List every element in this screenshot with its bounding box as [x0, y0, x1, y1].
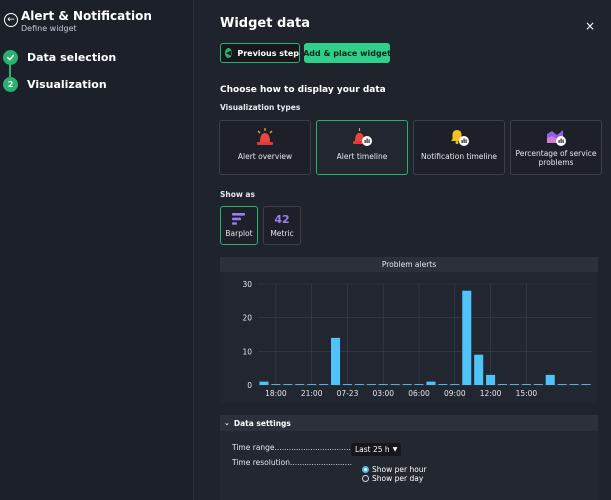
data-settings-title: Data settings: [233, 418, 291, 428]
step-data-selection[interactable]: Data selection: [3, 49, 116, 65]
viz-card-label: Percentage of service problems: [515, 149, 597, 167]
show-as-label: Metric: [270, 229, 294, 238]
viz-card-label: Notification timeline: [421, 152, 497, 161]
metric-icon: 42: [274, 212, 289, 226]
chart-title: Problem alerts: [220, 257, 598, 272]
add-place-widget-button[interactable]: Add & place widget: [303, 43, 391, 63]
chart-bar: [426, 381, 436, 385]
chart-bar-zero: [271, 384, 281, 385]
chart-bar-zero: [557, 384, 567, 385]
step-connector: [9, 63, 11, 77]
radio-button: [362, 475, 369, 482]
chevron-down-icon: ⌄: [224, 419, 230, 427]
chart-bar-zero: [509, 384, 519, 385]
x-tick-label: 03:00: [372, 389, 394, 398]
chart-bar-zero: [414, 384, 424, 385]
page-title: Widget data: [220, 16, 311, 31]
step-label: Visualization: [27, 77, 107, 91]
chart-bar-zero: [498, 384, 508, 385]
visualization-types-heading: Visualization types: [220, 103, 301, 112]
chart-bar-zero: [521, 384, 531, 385]
widget-editor: ← Alert & Notification Define widget Dat…: [0, 0, 611, 500]
chart-bar: [259, 381, 269, 385]
checkmark-icon: [3, 49, 18, 65]
alarm-timeline-icon: [351, 127, 373, 147]
chart-bar-zero: [581, 384, 591, 385]
chart-bar-zero: [319, 384, 329, 385]
viz-card-label: Alert overview: [237, 152, 293, 161]
chart-bar-zero: [450, 384, 460, 385]
data-settings: ⌄ Data settings Time range..............…: [220, 415, 598, 500]
viz-card-percentage-service-problems[interactable]: Percentage of service problems: [510, 120, 602, 175]
viz-card-label: Alert timeline: [336, 152, 388, 161]
y-tick-label: 30: [242, 280, 252, 289]
chart-bar-zero: [569, 384, 579, 385]
show-as-metric[interactable]: 42 Metric: [263, 206, 301, 245]
show-as-heading: Show as: [220, 190, 255, 199]
time-resolution-label: Time resolution.........................…: [232, 458, 352, 467]
radio-button: [362, 466, 369, 473]
step-label: Data selection: [27, 50, 117, 64]
viz-card-alert-overview[interactable]: Alert overview: [219, 120, 311, 175]
chart-bar-zero: [342, 384, 352, 385]
x-tick-label: 18:00: [265, 389, 287, 398]
chart-bar: [474, 354, 484, 385]
chart-bar-zero: [307, 384, 317, 385]
x-tick-label: 07-23: [337, 389, 359, 398]
chart-bar-zero: [295, 384, 305, 385]
viz-card-notification-timeline[interactable]: Notification timeline: [413, 120, 505, 175]
x-tick-label: 12:00: [480, 389, 502, 398]
sidebar-subtitle: Define widget: [21, 24, 77, 33]
arrow-left-icon: ◀: [225, 48, 233, 58]
chart-bar: [331, 337, 341, 385]
time-range-value: Last 25 h: [355, 445, 390, 454]
chart-bar-zero: [390, 384, 400, 385]
y-tick-label: 20: [242, 314, 252, 323]
chart-bar-zero: [283, 384, 293, 385]
chart-bar-zero: [354, 384, 364, 385]
viz-card-alert-timeline[interactable]: Alert timeline: [316, 120, 408, 175]
sidebar-title: Alert & Notification: [21, 9, 152, 23]
previous-step-button[interactable]: ◀ Previous step: [220, 43, 300, 63]
chart-bar: [486, 374, 496, 385]
chart-bar-zero: [378, 384, 388, 385]
x-tick-label: 09:00: [444, 389, 466, 398]
bell-timeline-icon: [448, 127, 470, 147]
chart-bar-zero: [438, 384, 448, 385]
show-as-label: Barplot: [225, 229, 253, 238]
chart-plot: 0 10 20 30 18:00 21:00 07-23 03:00 06:00 09:00 12:…: [242, 280, 592, 398]
previous-step-label: Previous step: [237, 48, 299, 58]
show-as-barplot[interactable]: Barplot: [220, 206, 258, 245]
choose-heading: Choose how to display your data: [220, 85, 386, 95]
time-range-label: Time range..............................…: [232, 443, 354, 452]
data-settings-header[interactable]: ⌄ Data settings: [220, 415, 598, 431]
service-problems-icon: [545, 127, 567, 147]
alarm-siren-icon: [254, 127, 276, 147]
time-range-select[interactable]: Last 25 h ▼: [351, 443, 402, 456]
barplot-icon: [232, 212, 246, 226]
chart-bar: [545, 374, 555, 385]
step-number: 2: [3, 76, 18, 92]
metric-value: 42: [274, 212, 290, 226]
widget-data-panel: Widget data × ◀ Previous step Add & plac…: [194, 0, 611, 500]
chart-bar-zero: [366, 384, 376, 385]
radio-label: Show per day: [372, 474, 424, 483]
x-tick-label: 15:00: [516, 389, 538, 398]
back-arrow-icon[interactable]: ←: [4, 13, 18, 27]
y-tick-label: 10: [242, 347, 252, 356]
chart-bar-zero: [533, 384, 543, 385]
sidebar: ← Alert & Notification Define widget Dat…: [0, 0, 194, 500]
x-tick-label: 21:00: [301, 389, 323, 398]
radio-label: Show per hour: [372, 465, 427, 474]
radio-show-per-hour[interactable]: Show per hour: [362, 465, 427, 474]
caret-down-icon: ▼: [392, 446, 398, 453]
chart-bar: [462, 290, 472, 385]
close-icon[interactable]: ×: [585, 20, 595, 32]
radio-show-per-day[interactable]: Show per day: [362, 474, 423, 483]
y-tick-label: 0: [247, 381, 252, 390]
chart-bar-zero: [402, 384, 412, 385]
x-tick-label: 06:00: [408, 389, 430, 398]
step-visualization[interactable]: 2 Visualization: [3, 76, 107, 92]
problem-alerts-chart: Problem alerts 0 10 20 30 18:00 21:00 07-23 03:…: [220, 257, 598, 403]
